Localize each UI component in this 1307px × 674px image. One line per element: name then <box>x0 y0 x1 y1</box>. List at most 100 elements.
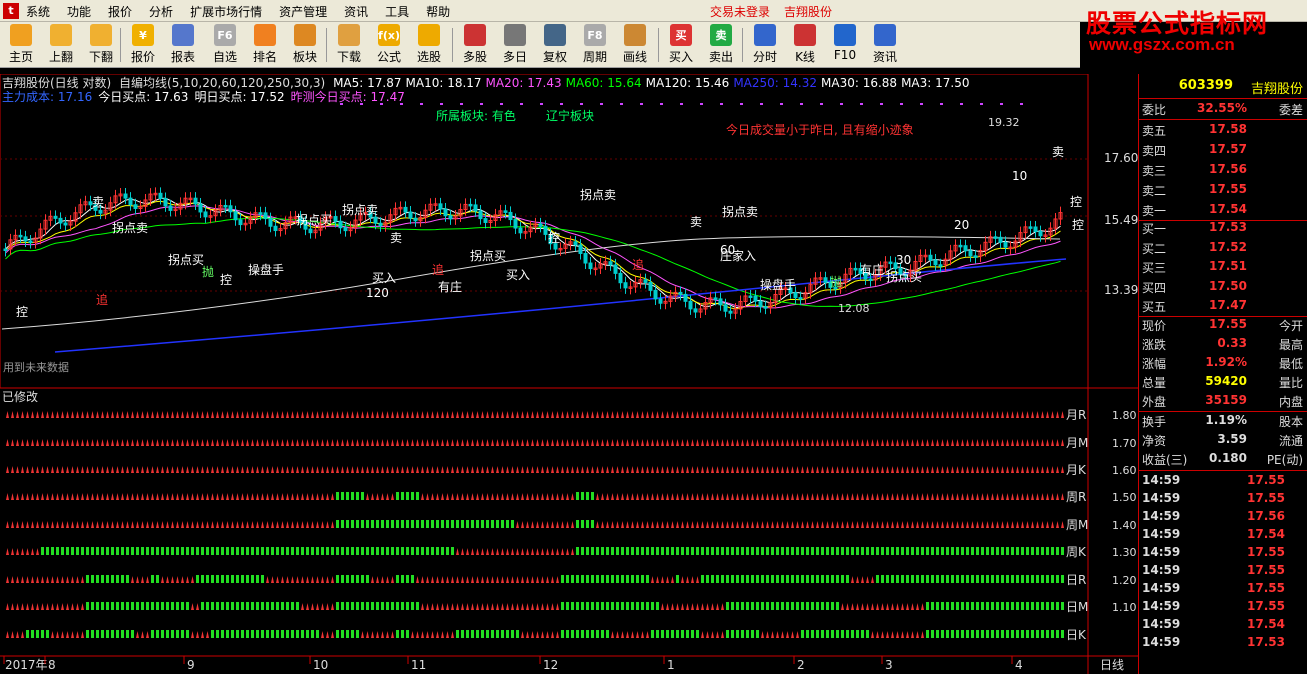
signal-bar-red <box>426 466 429 473</box>
signal-bar-red <box>16 521 19 528</box>
toolbar-button-9[interactable]: f(x) 公式 <box>370 24 408 66</box>
toolbar-button-18[interactable]: 分时 <box>746 24 784 66</box>
candle-body <box>443 208 448 217</box>
signal-bar-green <box>611 602 614 610</box>
signal-bar-green <box>791 547 794 555</box>
toolbar-button-5[interactable]: F6 自选 <box>206 24 244 66</box>
signal-bar-red <box>716 521 719 528</box>
toolbar-button-19[interactable]: K线 <box>786 24 824 66</box>
signal-bar-red <box>386 576 389 583</box>
signal-bar-red <box>906 493 909 500</box>
menu-item-0[interactable]: 系统 <box>26 3 50 20</box>
signal-bar-red <box>611 521 614 528</box>
signal-bar-red <box>191 466 194 473</box>
signal-bar-red <box>76 439 79 446</box>
candle-body <box>793 292 798 299</box>
menu-item-4[interactable]: 扩展市场行情 <box>190 3 262 20</box>
menu-item-8[interactable]: 帮助 <box>426 3 450 20</box>
signal-bar-red <box>601 411 604 418</box>
toolbar-button-11[interactable]: 多股 <box>456 24 494 66</box>
signal-bar-green <box>801 547 804 555</box>
signal-bar-red <box>676 466 679 473</box>
signal-bar-green <box>906 547 909 555</box>
signal-dot <box>440 103 443 105</box>
signal-bar-red <box>496 411 499 418</box>
menu-item-5[interactable]: 资产管理 <box>279 3 327 20</box>
toolbar-button-21[interactable]: 资讯 <box>866 24 904 66</box>
toolbar-button-17[interactable]: 卖卖出 <box>702 24 740 66</box>
toolbar-button-13[interactable]: 复权 <box>536 24 574 66</box>
signal-bar-green <box>751 630 754 638</box>
toolbar-button-2[interactable]: 下翻 <box>82 24 120 66</box>
signal-dot <box>920 103 923 105</box>
signal-bar-green <box>621 602 624 610</box>
toolbar-button-16[interactable]: 买买入 <box>662 24 700 66</box>
signal-bar-green <box>431 547 434 555</box>
signal-bar-red <box>676 521 679 528</box>
signal-bar-red <box>441 466 444 473</box>
signal-bar-red <box>656 411 659 418</box>
toolbar-button-6[interactable]: 排名 <box>246 24 284 66</box>
tick-time: 14:59 <box>1142 599 1181 613</box>
stock-name: 吉翔股份 <box>1250 82 1303 97</box>
signal-bar-green <box>111 547 114 555</box>
toolbar-button-7[interactable]: 板块 <box>286 24 324 66</box>
signal-bar-red <box>611 439 614 446</box>
signal-bar-red <box>761 631 764 638</box>
toolbar-button-1[interactable]: 上翻 <box>42 24 80 66</box>
toolbar-button-14[interactable]: F8 周期 <box>576 24 614 66</box>
toolbar-label: 卖出 <box>708 50 733 64</box>
signal-bar-red <box>346 466 349 473</box>
stat-label: 涨幅 <box>1142 357 1167 371</box>
lower-row-label: 日M <box>1066 600 1088 614</box>
toolbar-button-12[interactable]: 多日 <box>496 24 534 66</box>
toolbar-button-15[interactable]: 画线 <box>616 24 654 66</box>
signal-bar-red <box>736 466 739 473</box>
signal-bar-red <box>171 439 174 446</box>
signal-bar-red <box>526 576 529 583</box>
signal-bar-green <box>151 630 154 638</box>
signal-bar-red <box>891 439 894 446</box>
tick-price: 17.55 <box>1247 563 1285 577</box>
login-status[interactable]: 交易未登录 <box>710 3 770 20</box>
bid-label: 买四 <box>1142 280 1167 295</box>
signal-bar-green <box>1021 602 1024 610</box>
signal-bar-red <box>21 521 24 528</box>
menu-item-3[interactable]: 分析 <box>149 3 173 20</box>
candle-body <box>888 261 893 265</box>
signal-bar-green <box>601 602 604 610</box>
toolbar-button-4[interactable]: 报表 <box>164 24 202 66</box>
toolbar-button-3[interactable]: ¥ 报价 <box>124 24 162 66</box>
signal-bar-red <box>196 411 199 418</box>
toolbar-button-10[interactable]: 选股 <box>410 24 448 66</box>
toolbar-button-0[interactable]: 主页 <box>2 24 40 66</box>
signal-bar-green <box>301 630 304 638</box>
signal-bar-green <box>771 547 774 555</box>
signal-bar-red <box>441 603 444 610</box>
menu-item-2[interactable]: 报价 <box>108 3 132 20</box>
toolbar-icon-10 <box>418 24 440 46</box>
signal-bar-red <box>971 439 974 446</box>
signal-bar-red <box>86 466 89 473</box>
menu-item-1[interactable]: 功能 <box>67 3 91 20</box>
signal-dot <box>380 103 383 105</box>
menu-item-6[interactable]: 资讯 <box>344 3 368 20</box>
menu-item-7[interactable]: 工具 <box>385 3 409 20</box>
signal-bar-red <box>81 521 84 528</box>
signal-bar-green <box>576 575 579 583</box>
signal-bar-red <box>11 521 14 528</box>
signal-bar-green <box>936 547 939 555</box>
signal-bar-red <box>376 411 379 418</box>
signal-bar-red <box>186 466 189 473</box>
signal-bar-green <box>331 547 334 555</box>
signal-bar-red <box>481 466 484 473</box>
signal-bar-green <box>341 575 344 583</box>
signal-bar-green <box>256 602 259 610</box>
signal-bar-red <box>466 548 469 555</box>
chart-canvas[interactable]: 所属板块: 有色 辽宁板块今日成交量小于昨日, 且有缩小迹象用到未来数据19.32… <box>0 74 1138 674</box>
toolbar-button-20[interactable]: F10 <box>826 24 864 66</box>
signal-bar-red <box>626 631 629 638</box>
signal-bar-red <box>486 439 489 446</box>
signal-bar-red <box>931 411 934 418</box>
toolbar-button-8[interactable]: 下载 <box>330 24 368 66</box>
